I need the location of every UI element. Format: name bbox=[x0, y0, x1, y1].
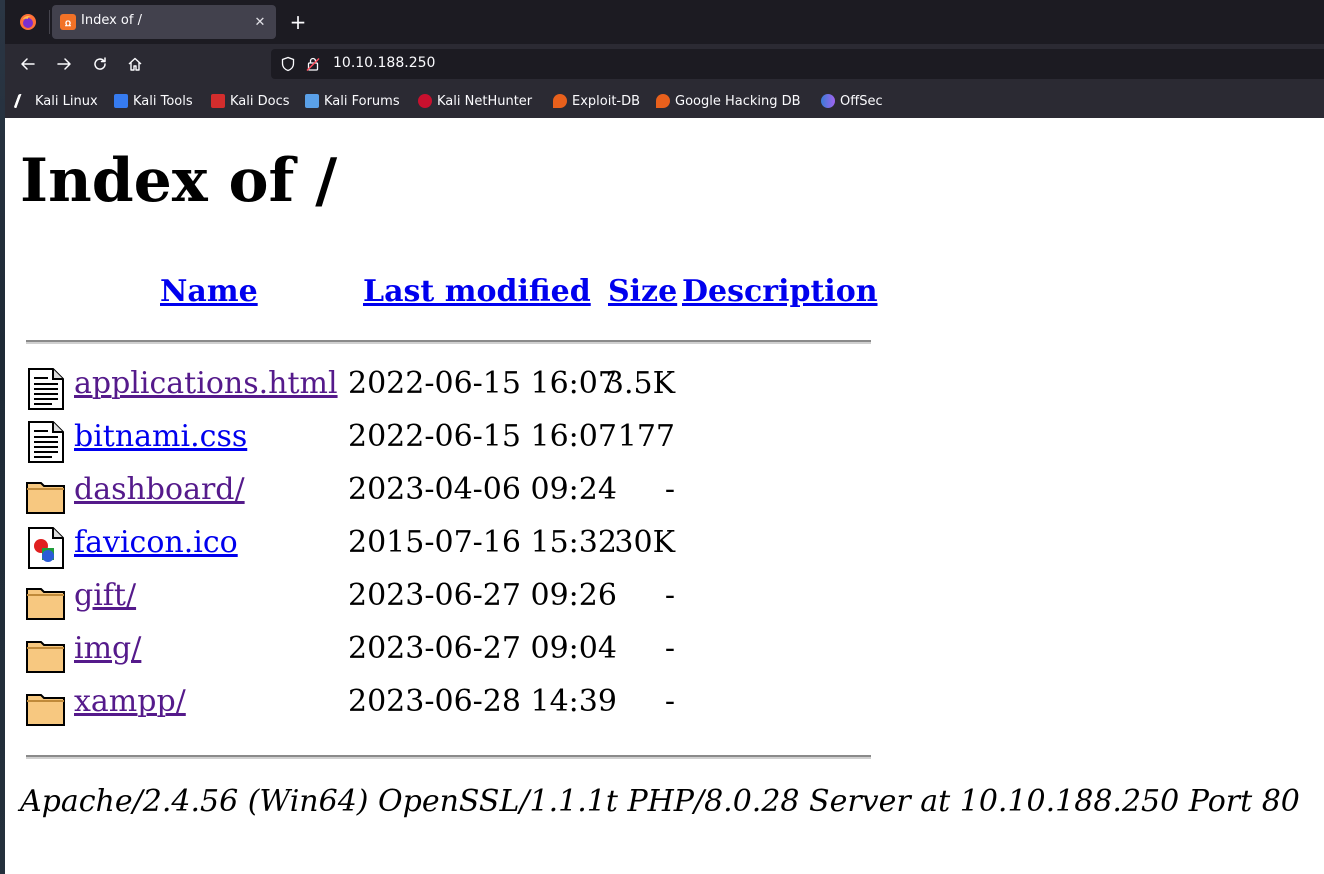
kali-nethunter-icon bbox=[418, 94, 432, 108]
bookmark-label: Kali Linux bbox=[35, 93, 98, 109]
bookmark-exploit-db[interactable]: Exploit-DB bbox=[553, 92, 640, 110]
text-file-icon bbox=[28, 368, 64, 410]
exploit-db-icon bbox=[553, 94, 567, 108]
file-modified: 2022-06-15 16:07 bbox=[348, 419, 617, 454]
tab-title: Index of / bbox=[81, 13, 142, 28]
file-link[interactable]: gift/ bbox=[74, 578, 136, 613]
bookmark-kali-docs[interactable]: Kali Docs bbox=[211, 92, 290, 110]
bookmark-kali-forums[interactable]: Kali Forums bbox=[305, 92, 400, 110]
kali-tools-icon bbox=[114, 94, 128, 108]
file-link[interactable]: dashboard/ bbox=[74, 472, 245, 507]
kali-docs-icon bbox=[211, 94, 225, 108]
bookmark-offsec[interactable]: OffSec bbox=[821, 92, 883, 110]
bookmark-label: Kali Tools bbox=[133, 93, 193, 109]
folder-icon bbox=[26, 588, 65, 620]
column-header-last-modified[interactable]: Last modified bbox=[363, 274, 591, 309]
bookmark-kali-linux[interactable]: Kali Linux bbox=[13, 92, 98, 110]
ghdb-icon bbox=[656, 94, 670, 108]
kali-dragon-icon bbox=[13, 94, 33, 108]
firefox-menu-button[interactable] bbox=[10, 5, 46, 39]
header-divider bbox=[26, 340, 871, 344]
bookmarks-toolbar: Kali Linux Kali Tools Kali Docs Kali For… bbox=[5, 84, 1324, 118]
file-size: 177 bbox=[617, 419, 675, 454]
image-file-icon bbox=[28, 527, 64, 569]
file-link[interactable]: bitnami.css bbox=[74, 419, 247, 454]
new-tab-button[interactable]: + bbox=[284, 8, 312, 36]
back-button[interactable] bbox=[14, 50, 42, 78]
insecure-lock-icon[interactable] bbox=[305, 56, 321, 72]
table-row: gift/ 2023-06-27 09:26 - bbox=[5, 576, 905, 626]
close-tab-button[interactable]: ✕ bbox=[250, 12, 270, 32]
tab-index-of[interactable]: ꭥ Index of / ✕ bbox=[52, 5, 276, 39]
folder-icon bbox=[26, 694, 65, 726]
table-row: applications.html 2022-06-15 16:07 3.5K bbox=[5, 364, 905, 414]
footer-divider bbox=[26, 755, 871, 759]
folder-icon bbox=[26, 482, 65, 514]
file-size: 30K bbox=[614, 525, 675, 560]
tab-bar: ꭥ Index of / ✕ + bbox=[5, 0, 1324, 44]
page-title: Index of / bbox=[20, 146, 338, 216]
bookmark-google-hacking-db[interactable]: Google Hacking DB bbox=[656, 92, 801, 110]
table-row: dashboard/ 2023-04-06 09:24 - bbox=[5, 470, 905, 520]
firefox-icon bbox=[20, 14, 36, 30]
file-size: - bbox=[664, 472, 675, 507]
file-modified: 2022-06-15 16:07 bbox=[348, 366, 617, 401]
file-size: - bbox=[664, 631, 675, 666]
home-button[interactable] bbox=[121, 50, 149, 78]
file-modified: 2015-07-16 15:32 bbox=[348, 525, 617, 560]
column-header-description[interactable]: Description bbox=[682, 274, 878, 309]
bookmark-label: Exploit-DB bbox=[572, 93, 641, 109]
xampp-icon: ꭥ bbox=[60, 14, 76, 30]
bookmark-label: Kali Forums bbox=[324, 93, 400, 109]
bookmark-kali-tools[interactable]: Kali Tools bbox=[114, 92, 193, 110]
back-arrow-icon bbox=[21, 58, 35, 70]
forward-button[interactable] bbox=[50, 50, 78, 78]
file-link[interactable]: applications.html bbox=[74, 366, 338, 401]
bookmark-kali-nethunter[interactable]: Kali NetHunter bbox=[418, 92, 532, 110]
file-link[interactable]: img/ bbox=[74, 631, 141, 666]
bookmark-label: OffSec bbox=[840, 93, 883, 109]
file-size: - bbox=[664, 578, 675, 613]
file-modified: 2023-06-28 14:39 bbox=[348, 684, 617, 719]
bookmark-label: Kali Docs bbox=[230, 93, 290, 109]
bookmark-label: Kali NetHunter bbox=[437, 93, 533, 109]
reload-button[interactable] bbox=[86, 50, 114, 78]
column-header-size[interactable]: Size bbox=[608, 274, 677, 309]
reload-icon bbox=[94, 57, 106, 70]
file-modified: 2023-04-06 09:24 bbox=[348, 472, 617, 507]
address-bar[interactable]: 10.10.188.250 bbox=[271, 49, 1324, 79]
browser-chrome: ꭥ Index of / ✕ + 10.10.188.250 Kali Linu… bbox=[5, 0, 1324, 118]
bookmark-label: Google Hacking DB bbox=[675, 93, 801, 109]
server-signature: Apache/2.4.56 (Win64) OpenSSL/1.1.1t PHP… bbox=[20, 784, 1300, 819]
text-file-icon bbox=[28, 421, 64, 463]
file-link[interactable]: favicon.ico bbox=[74, 525, 238, 560]
file-link[interactable]: xampp/ bbox=[74, 684, 186, 719]
table-row: img/ 2023-06-27 09:04 - bbox=[5, 629, 905, 679]
folder-icon bbox=[26, 641, 65, 673]
forward-arrow-icon bbox=[57, 58, 71, 70]
file-size: - bbox=[664, 684, 675, 719]
table-row: bitnami.css 2022-06-15 16:07 177 bbox=[5, 417, 905, 467]
kali-forums-icon bbox=[305, 94, 319, 108]
navigation-toolbar: 10.10.188.250 bbox=[5, 44, 1324, 84]
file-modified: 2023-06-27 09:04 bbox=[348, 631, 617, 666]
file-size: 3.5K bbox=[604, 366, 675, 401]
page-content: Index of / Name Last modified Size Descr… bbox=[5, 118, 1324, 874]
file-modified: 2023-06-27 09:26 bbox=[348, 578, 617, 613]
offsec-icon bbox=[821, 94, 835, 108]
tracking-shield-icon[interactable] bbox=[280, 56, 296, 72]
table-row: favicon.ico 2015-07-16 15:32 30K bbox=[5, 523, 905, 573]
tab-separator bbox=[49, 10, 50, 34]
table-row: xampp/ 2023-06-28 14:39 - bbox=[5, 682, 905, 732]
home-icon bbox=[128, 57, 142, 71]
url-text[interactable]: 10.10.188.250 bbox=[333, 55, 435, 71]
column-header-name[interactable]: Name bbox=[160, 274, 258, 309]
